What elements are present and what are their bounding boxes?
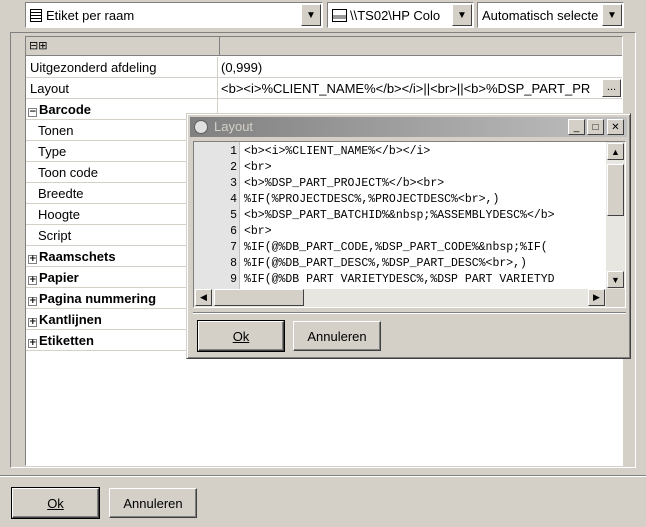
close-icon[interactable]: ✕ xyxy=(607,119,624,135)
expand-collapse-all-icon[interactable]: ⊟⊞ xyxy=(29,39,47,52)
row-value[interactable]: (0,999) xyxy=(219,57,622,78)
mode-select-value: Automatisch selecte xyxy=(482,8,599,23)
dialog-cancel-button[interactable]: Annuleren xyxy=(293,321,381,351)
code-line: 2 <br> xyxy=(194,161,606,177)
line-text: <br> xyxy=(244,225,272,238)
template-select[interactable]: Etiket per raam ▼ xyxy=(25,2,323,28)
expand-icon[interactable]: + xyxy=(28,297,37,306)
line-number: 9 xyxy=(230,273,237,286)
code-line: 8 %IF(@%DB_PART_DESC%,%DSP_PART_DESC%<br>… xyxy=(194,257,606,273)
line-text: <b>%DSP_PART_BATCHID%&nbsp;%ASSEMBLYDESC… xyxy=(244,209,555,222)
grid-list-icon xyxy=(30,9,42,22)
code-line: 9 %IF(@%DB PART VARIETYDESC%,%DSP PART VA… xyxy=(194,273,606,289)
printer-icon xyxy=(332,9,347,22)
group-label: Pagina nummering xyxy=(39,291,157,306)
ok-button-label: Ok xyxy=(47,495,64,511)
scroll-right-icon[interactable]: ▶ xyxy=(588,289,605,306)
scroll-left-icon[interactable]: ◀ xyxy=(195,289,212,306)
footer-divider xyxy=(0,475,646,477)
header-divider xyxy=(219,37,220,56)
cancel-button-label: Annuleren xyxy=(123,495,183,511)
dialog-divider xyxy=(193,312,626,314)
code-editor[interactable]: 1 <b><i>%CLIENT_NAME%</b></i> 2 <br> 3 <b>%… xyxy=(193,141,626,308)
printer-select-value: \\TS02\HP Colo xyxy=(350,8,441,23)
line-text: <b><i>%CLIENT_NAME%</b></i> xyxy=(244,145,431,158)
line-text: %IF(%PROJECTDESC%,%PROJECTDESC%<br>,) xyxy=(244,193,500,206)
printer-select[interactable]: \\TS02\HP Colo ▼ xyxy=(327,2,474,28)
group-label: Etiketten xyxy=(39,333,94,348)
dialog-cancel-label: Annuleren xyxy=(307,328,367,344)
grid-row[interactable]: Layout <b><i>%CLIENT_NAME%</b></i>||<br>… xyxy=(26,78,622,99)
code-line: 5 <b>%DSP_PART_BATCHID%&nbsp;%ASSEMBLYDES… xyxy=(194,209,606,225)
dialog-titlebar[interactable]: Layout _ □ ✕ xyxy=(190,117,627,137)
minimize-icon[interactable]: _ xyxy=(568,119,585,135)
template-select-value: Etiket per raam xyxy=(46,8,135,23)
grid-row[interactable]: Uitgezonderd afdeling (0,999) xyxy=(26,57,622,78)
code-line: 7 %IF(@%DB_PART_CODE,%DSP_PART_CODE%&nbsp… xyxy=(194,241,606,257)
collapse-icon[interactable]: − xyxy=(28,108,37,117)
row-value[interactable]: <b><i>%CLIENT_NAME%</b></i>||<br>||<b>%D… xyxy=(219,78,602,99)
code-line: 6 <br> xyxy=(194,225,606,241)
line-number: 2 xyxy=(230,161,237,174)
cancel-button[interactable]: Annuleren xyxy=(109,488,197,518)
expand-icon[interactable]: + xyxy=(28,276,37,285)
scroll-up-icon[interactable]: ▲ xyxy=(607,143,624,160)
line-text: <br> xyxy=(244,161,272,174)
ok-button[interactable]: Ok xyxy=(11,487,100,519)
ellipsis-button-label: ... xyxy=(606,81,617,93)
group-label: Raamschets xyxy=(39,249,116,264)
maximize-icon[interactable]: □ xyxy=(587,119,604,135)
scroll-thumb[interactable] xyxy=(214,289,304,306)
dialog-ok-button[interactable]: Ok xyxy=(197,320,285,352)
line-number: 3 xyxy=(230,177,237,190)
line-text: %IF(@%DB_PART_CODE,%DSP_PART_CODE%&nbsp;… xyxy=(244,241,548,254)
grid-header: ⊟⊞ xyxy=(26,37,622,56)
code-line: 3 <b>%DSP_PART_PROJECT%</b><br> xyxy=(194,177,606,193)
line-number: 1 xyxy=(230,145,237,158)
scrollbar-corner xyxy=(606,289,625,307)
group-label: Kantlijnen xyxy=(39,312,102,327)
chevron-down-icon[interactable]: ▼ xyxy=(452,4,472,26)
mode-select[interactable]: Automatisch selecte ▼ xyxy=(477,2,624,28)
expand-icon[interactable]: + xyxy=(28,255,37,264)
line-number: 5 xyxy=(230,209,237,222)
scroll-down-icon[interactable]: ▼ xyxy=(607,271,624,288)
chevron-down-icon[interactable]: ▼ xyxy=(602,4,622,26)
line-text: %IF(@%DB_PART_DESC%,%DSP_PART_DESC%<br>,… xyxy=(244,257,527,270)
expand-icon[interactable]: + xyxy=(28,318,37,327)
line-number: 7 xyxy=(230,241,237,254)
line-number: 6 xyxy=(230,225,237,238)
layout-dialog: Layout _ □ ✕ 1 <b><i>%CLIENT_NAME%</b></i… xyxy=(186,113,631,359)
app-icon xyxy=(194,120,208,134)
code-line: 1 <b><i>%CLIENT_NAME%</b></i> xyxy=(194,145,606,161)
line-number: 4 xyxy=(230,193,237,206)
expand-icon[interactable]: + xyxy=(28,339,37,348)
dialog-title: Layout xyxy=(214,119,254,134)
group-label: Papier xyxy=(39,270,79,285)
code-lines: 1 <b><i>%CLIENT_NAME%</b></i> 2 <br> 3 <b>%… xyxy=(194,145,606,289)
dialog-ok-label: Ok xyxy=(232,328,250,344)
line-number: 8 xyxy=(230,257,237,270)
code-line: 4 %IF(%PROJECTDESC%,%PROJECTDESC%<br>,) xyxy=(194,193,606,209)
horizontal-scrollbar[interactable]: ◀ ▶ xyxy=(194,289,606,307)
row-label: Uitgezonderd afdeling xyxy=(26,57,218,78)
scroll-thumb[interactable] xyxy=(607,164,624,216)
vertical-scrollbar[interactable]: ▲ ▼ xyxy=(606,142,625,289)
line-text: <b>%DSP_PART_PROJECT%</b><br> xyxy=(244,177,445,190)
chevron-down-icon[interactable]: ▼ xyxy=(301,4,321,26)
row-label: Layout xyxy=(26,78,218,99)
ellipsis-button[interactable]: ... xyxy=(602,79,621,97)
group-label: Barcode xyxy=(39,102,92,117)
line-text: %IF(@%DB PART VARIETYDESC%,%DSP PART VAR… xyxy=(244,273,555,286)
